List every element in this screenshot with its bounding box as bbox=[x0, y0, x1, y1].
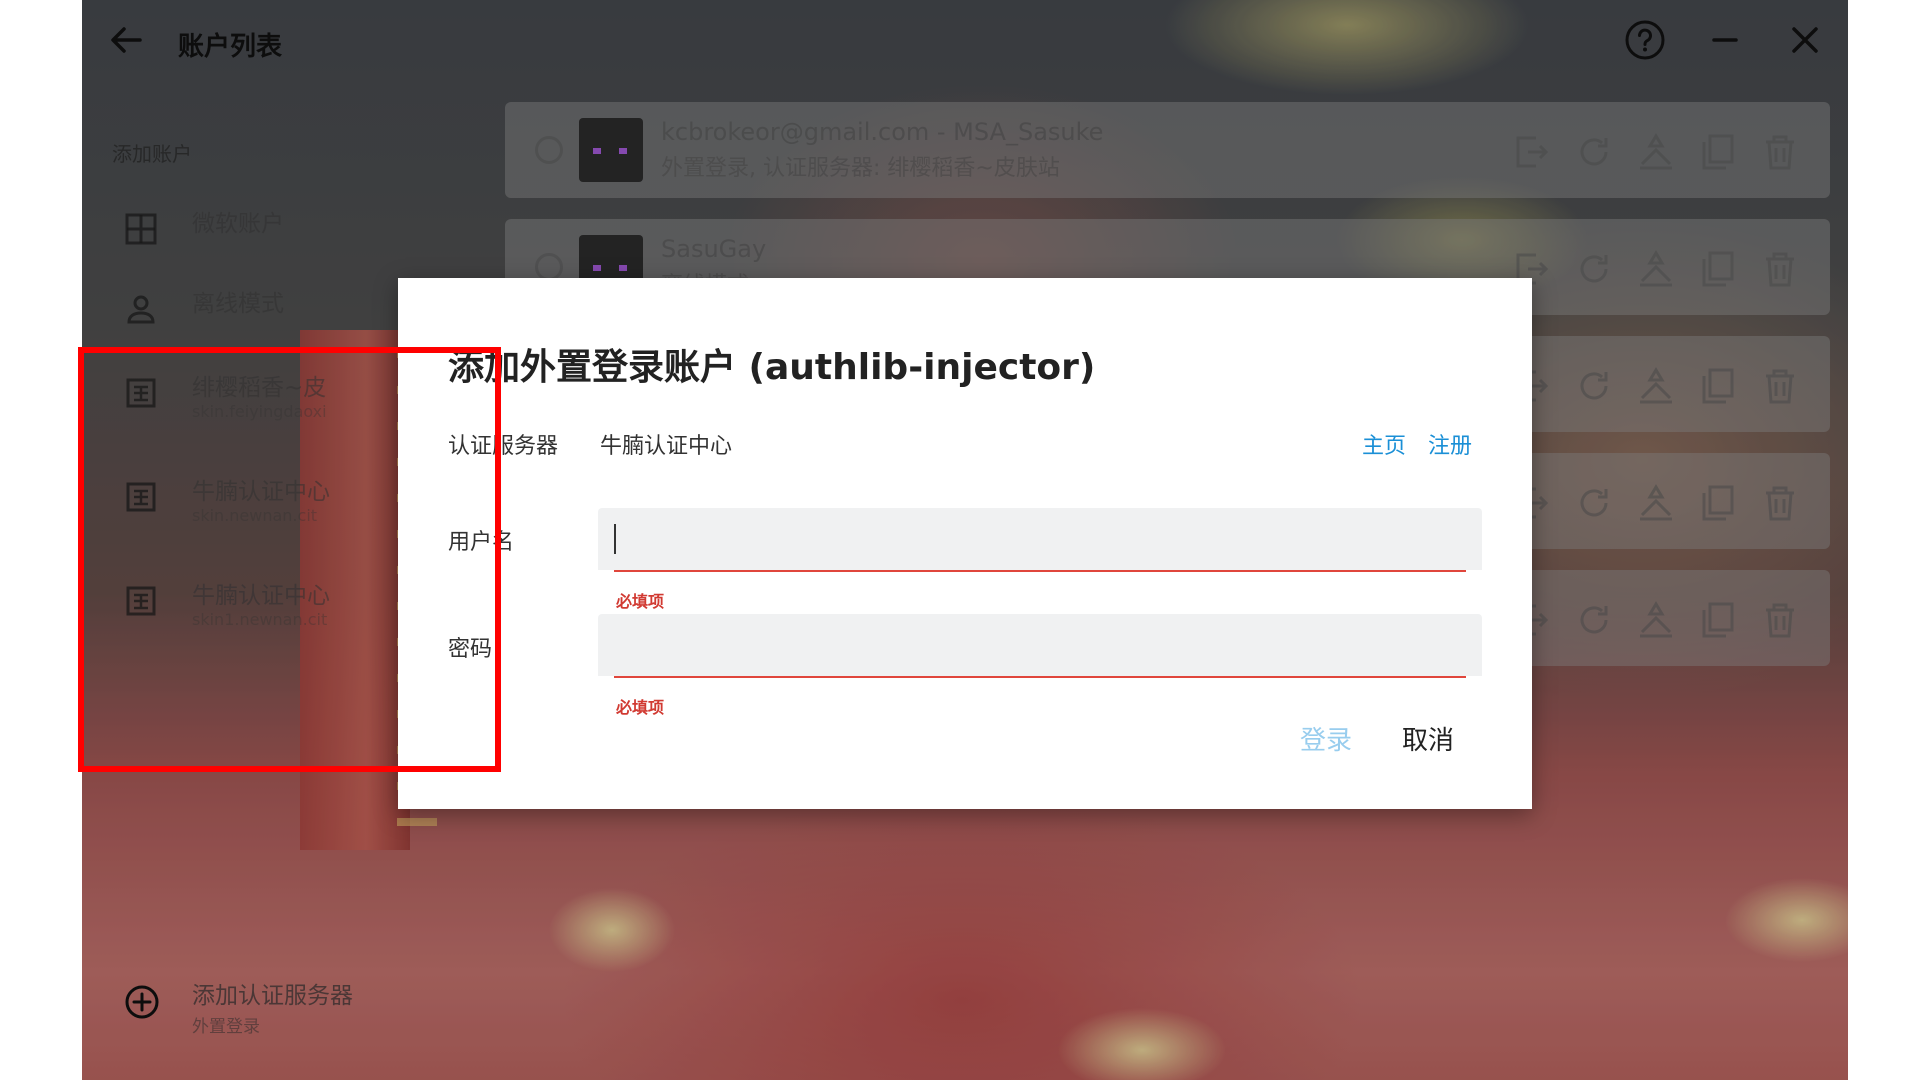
password-error: 必填项 bbox=[616, 698, 665, 717]
login-button[interactable]: 登录 bbox=[1300, 720, 1352, 757]
server-name: 牛腩认证中心 bbox=[600, 434, 733, 459]
username-input[interactable] bbox=[612, 508, 1466, 572]
password-input[interactable] bbox=[612, 614, 1466, 678]
dialog-title: 添加外置登录账户 (authlib-injector) bbox=[448, 347, 1096, 388]
password-underline bbox=[614, 676, 1466, 678]
cancel-button[interactable]: 取消 bbox=[1402, 720, 1454, 757]
username-field[interactable] bbox=[598, 508, 1482, 572]
register-link[interactable]: 注册 bbox=[1428, 428, 1472, 460]
username-underline bbox=[614, 570, 1466, 572]
highlight-box bbox=[78, 347, 501, 772]
password-field[interactable] bbox=[598, 614, 1482, 678]
add-account-dialog: 添加外置登录账户 (authlib-injector) 认证服务器 牛腩认证中心… bbox=[398, 278, 1532, 809]
username-error: 必填项 bbox=[616, 592, 665, 611]
home-link[interactable]: 主页 bbox=[1362, 428, 1406, 460]
text-cursor bbox=[614, 524, 616, 554]
